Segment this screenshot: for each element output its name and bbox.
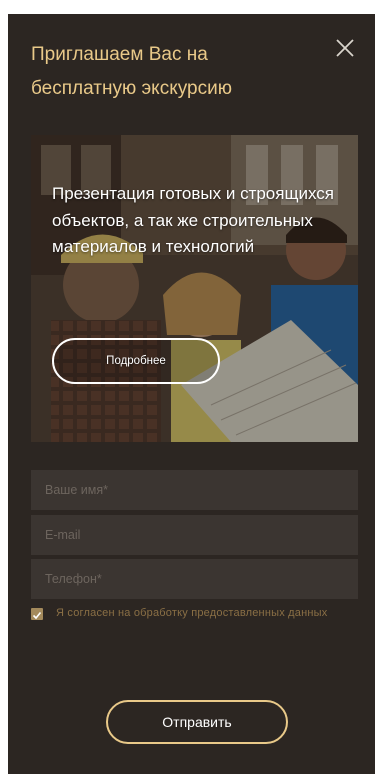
close-button[interactable] <box>333 36 357 60</box>
invite-modal: Приглашаем Вас на бесплатную экскурсию П… <box>8 14 375 774</box>
consent-checkbox[interactable] <box>31 608 43 620</box>
close-icon <box>336 39 354 57</box>
promo-banner: Презентация готовых и строящихся объекто… <box>31 135 358 442</box>
phone-field[interactable] <box>31 559 358 599</box>
check-icon <box>32 611 42 620</box>
email-field[interactable] <box>31 515 358 555</box>
name-field[interactable] <box>31 470 358 510</box>
consent-label: Я согласен на обработку предоставленных … <box>56 607 328 619</box>
promo-text: Презентация готовых и строящихся объекто… <box>52 184 334 256</box>
modal-title: Приглашаем Вас на бесплатную экскурсию <box>31 44 232 99</box>
more-button[interactable]: Подробнее <box>52 338 220 384</box>
submit-button[interactable]: Отправить <box>106 700 288 744</box>
